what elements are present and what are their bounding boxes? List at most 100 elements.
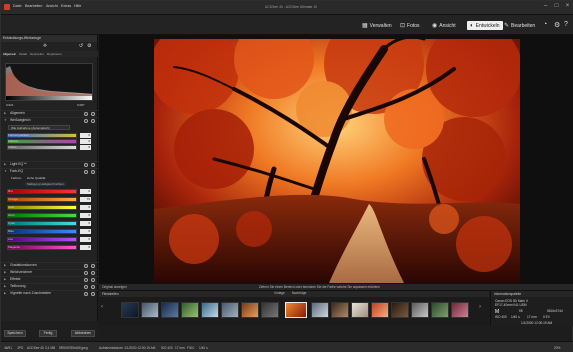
thumbnail[interactable] <box>201 302 219 318</box>
toggle-icon[interactable] <box>84 285 88 289</box>
toggle-icon[interactable] <box>84 163 88 167</box>
reset-icon[interactable] <box>91 163 95 167</box>
color-eq-slider[interactable]: Grün 0 <box>7 213 91 218</box>
save-button[interactable]: Speichern <box>4 330 26 337</box>
thumbnail[interactable] <box>221 302 239 318</box>
slider-value[interactable]: 0 <box>80 229 91 234</box>
section-split-tone[interactable]: ▶ Teiltonung <box>1 283 98 289</box>
reset-icon[interactable] <box>91 278 95 282</box>
section-color-eq[interactable]: ▼ Farb-EQ <box>1 168 98 174</box>
maximize-icon[interactable]: □ <box>552 2 561 10</box>
thumbnail[interactable] <box>411 302 429 318</box>
menu-tools[interactable]: Extras <box>61 4 71 8</box>
thumbnail[interactable] <box>331 302 349 318</box>
reset-icon[interactable] <box>91 285 95 289</box>
section-white-balance[interactable]: ▼ Weißabgleich <box>1 117 98 123</box>
settings-icon[interactable]: ⚙ <box>87 43 91 49</box>
wb-slider-temperature[interactable]: Farbtemperatur 0 <box>7 133 91 138</box>
minimize-icon[interactable]: – <box>541 2 550 10</box>
done-button[interactable]: Fertig <box>39 330 57 337</box>
tab-additions[interactable]: Nachträge <box>292 291 307 295</box>
tab-template[interactable]: Vorlage <box>274 291 285 295</box>
color-eq-slider[interactable]: Gelb 0 <box>7 205 91 210</box>
thumbnail-selected[interactable] <box>285 302 307 318</box>
slider-value[interactable]: 0 <box>80 133 91 138</box>
tab-repair[interactable]: Reparieren <box>47 52 62 56</box>
slider-value[interactable]: 0 <box>80 189 91 194</box>
color-eq-slider[interactable]: Lila 0 <box>7 237 91 242</box>
toggle-icon[interactable] <box>84 292 88 296</box>
dashboard-icon[interactable]: ◔ <box>543 21 547 28</box>
menu-edit[interactable]: Bearbeiten <box>25 4 42 8</box>
section-vignette[interactable]: ▶ Vignette nach Zuschneiden <box>1 290 98 296</box>
slider-value[interactable]: 0 <box>80 139 91 144</box>
gear-icon[interactable]: ⚙ <box>554 21 560 29</box>
help-icon[interactable]: ? <box>564 21 568 28</box>
reset-icon[interactable] <box>91 264 95 268</box>
thumbnail[interactable] <box>351 302 369 318</box>
reset-icon[interactable] <box>91 271 95 275</box>
tab-geometry[interactable]: Geometrie <box>30 52 44 56</box>
coloreq-subtabs[interactable]: Sättigung Helligkeit Farbton <box>25 182 66 186</box>
mode-manage-button[interactable]: ▦ Verwalten <box>362 21 392 30</box>
tab-detail[interactable]: Detail <box>19 52 27 56</box>
slider-value[interactable]: 0 <box>80 145 91 150</box>
reset-icon[interactable] <box>91 170 95 174</box>
toggle-icon[interactable] <box>84 112 88 116</box>
mode-photos-button[interactable]: ⊡ Fotos <box>400 21 420 30</box>
section-light-eq[interactable]: ▶ Light EQ™ <box>1 161 98 167</box>
tab-general[interactable]: Allgemein <box>3 52 16 56</box>
thumbnail[interactable] <box>241 302 259 318</box>
toggle-icon[interactable] <box>84 278 88 282</box>
thumbnail[interactable] <box>431 302 449 318</box>
color-eq-slider[interactable]: Magenta 0 <box>7 245 91 250</box>
toggle-icon[interactable] <box>84 264 88 268</box>
coloreq-tab-hue[interactable]: Farbton <box>11 176 21 180</box>
thumbnail[interactable] <box>121 302 139 318</box>
thumbnail[interactable] <box>141 302 159 318</box>
show-original-toggle[interactable]: Original anzeigen <box>102 285 127 289</box>
undo-icon[interactable]: ↺ <box>79 43 83 49</box>
menu-file[interactable]: Datei <box>13 4 21 8</box>
slider-value[interactable]: 0 <box>80 221 91 226</box>
thumbnail[interactable] <box>311 302 329 318</box>
wb-slider-strength[interactable]: Stärke 0 <box>7 145 91 150</box>
toggle-icon[interactable] <box>84 170 88 174</box>
menu-view[interactable]: Ansicht <box>46 4 58 8</box>
thumbnail[interactable] <box>261 302 279 318</box>
reset-icon[interactable] <box>91 292 95 296</box>
presets-icon[interactable]: ⟡ <box>43 43 47 50</box>
thumbnail[interactable] <box>161 302 179 318</box>
zoom-level[interactable]: 20% <box>554 346 560 350</box>
section-curves[interactable]: ▶ Gradationskurven <box>1 262 98 268</box>
mode-edit-button[interactable]: ✎ Bearbeiten <box>504 21 535 30</box>
coloreq-tab-quality[interactable]: Hohe Qualität <box>27 176 45 180</box>
mode-view-button[interactable]: ◉ Ansicht <box>432 21 456 30</box>
close-icon[interactable]: × <box>563 2 572 10</box>
slider-value[interactable]: 0 <box>80 237 91 242</box>
thumbnail[interactable] <box>451 302 469 318</box>
section-soften[interactable]: ▶ Weichzeichner <box>1 269 98 275</box>
thumbnail[interactable] <box>391 302 409 318</box>
scroll-right-icon[interactable]: › <box>479 304 481 310</box>
toggle-icon[interactable] <box>84 119 88 123</box>
menu-help[interactable]: Hilfe <box>74 4 81 8</box>
thumbnail[interactable] <box>181 302 199 318</box>
slider-value[interactable]: 0 <box>80 213 91 218</box>
toggle-icon[interactable] <box>84 271 88 275</box>
color-eq-slider[interactable]: Rot 0 <box>7 189 91 194</box>
section-effects[interactable]: ▶ Effekte <box>1 276 98 282</box>
section-general[interactable]: ▶ Allgemein <box>1 110 98 116</box>
wb-slider-tint[interactable]: Farbton 0 <box>7 139 91 144</box>
cancel-button[interactable]: Abbrechen <box>71 330 95 337</box>
scroll-left-icon[interactable]: ‹ <box>101 304 103 310</box>
mode-develop-button[interactable]: ◐ Entwickeln <box>467 21 503 30</box>
color-eq-slider[interactable]: Cyan 0 <box>7 221 91 226</box>
reset-icon[interactable] <box>91 119 95 123</box>
thumbnail[interactable] <box>371 302 389 318</box>
image-viewer[interactable] <box>99 35 573 283</box>
reset-icon[interactable] <box>91 112 95 116</box>
color-eq-slider[interactable]: Blau 0 <box>7 229 91 234</box>
color-eq-slider[interactable]: Orange 70 <box>7 197 91 202</box>
autumn-forest-photo[interactable] <box>154 39 520 283</box>
